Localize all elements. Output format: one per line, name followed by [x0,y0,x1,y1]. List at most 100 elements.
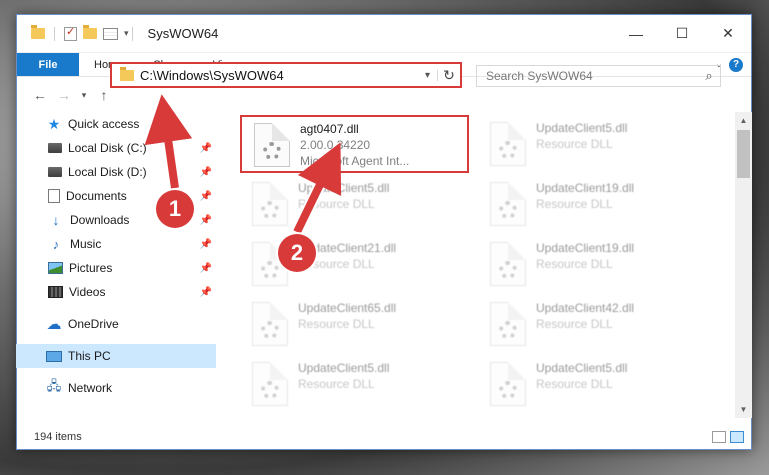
file-description: Resource DLL [536,377,613,391]
file-tile[interactable]: UpdateClient5.dll Resource DLL [240,176,470,236]
star-icon: ★ [47,115,61,132]
file-name: UpdateClient5.dll [298,181,390,195]
file-tile[interactable]: UpdateClient21.dll Resource DLL [240,236,470,296]
sidebar-item-label: This PC [68,349,111,363]
network-icon: 🖧 [46,378,62,393]
file-description: Resource DLL [536,257,613,271]
pin-icon[interactable]: 📌 [200,167,212,178]
scroll-up-icon[interactable]: ▲ [735,112,752,129]
sidebar-item-quick-access[interactable]: ★ Quick access [16,112,216,136]
file-name: UpdateClient5.dll [536,361,628,375]
folder-icon [31,25,45,39]
drive-icon [48,167,62,177]
file-tile[interactable]: UpdateClient65.dll Resource DLL [240,296,470,356]
tab-file[interactable]: File [17,53,79,76]
file-version: 2.00.0.34220 [300,138,371,152]
file-description: Microsoft Agent Int... [300,154,410,168]
search-input[interactable]: Search SysWOW64 [486,69,698,83]
drive-icon [48,143,62,153]
refresh-icon[interactable]: ↻ [438,67,460,84]
sidebar-item-label: Local Disk (C:) [68,141,147,155]
status-bar: 194 items [16,424,752,450]
title-bar: ▾ SysWOW64 — ☐ ✕ [17,15,751,53]
file-name: UpdateClient5.dll [536,121,628,135]
search-icon[interactable]: ⌕ [698,68,720,84]
navigation-pane: ★ Quick access Local Disk (C:) 📌 Local D… [16,112,216,418]
pin-icon[interactable]: 📌 [200,287,212,298]
file-tile[interactable]: UpdateClient5.dll Resource DLL [478,116,708,176]
pin-icon[interactable]: 📌 [200,143,212,154]
close-button[interactable]: ✕ [705,15,751,52]
sidebar-item-local-disk-d[interactable]: Local Disk (D:) 📌 [16,160,216,184]
file-name: UpdateClient5.dll [298,361,390,375]
new-folder-icon[interactable] [83,25,97,39]
sidebar-item-label: Network [68,381,113,395]
file-tile[interactable]: UpdateClient19.dll Resource DLL [478,176,708,236]
pin-icon[interactable]: 📌 [200,191,212,202]
file-description: Resource DLL [298,197,375,211]
file-description: Resource DLL [298,377,375,391]
sidebar-item-videos[interactable]: Videos 📌 [16,280,216,304]
minimize-button[interactable]: — [613,15,659,52]
file-description: Resource DLL [536,137,613,151]
scroll-down-icon[interactable]: ▼ [735,401,752,418]
properties-icon[interactable] [103,27,118,40]
sidebar-item-label: OneDrive [68,317,119,331]
videos-icon [48,286,63,298]
up-button[interactable]: ↑ [95,87,113,103]
help-icon[interactable]: ? [729,57,743,72]
sidebar-item-label: Downloads [70,213,130,227]
documents-icon [48,189,60,203]
dll-file-icon [490,122,526,166]
file-tile[interactable]: UpdateClient5.dll Resource DLL [240,356,470,416]
search-box[interactable]: Search SysWOW64 ⌕ [476,65,721,87]
vertical-scrollbar[interactable]: ▲ ▼ [735,112,752,418]
maximize-button[interactable]: ☐ [659,15,705,52]
sidebar-item-label: Music [70,237,102,251]
step-badge-1: 1 [156,190,194,228]
pin-icon[interactable]: 📌 [200,263,212,274]
pin-icon[interactable]: 📌 [200,239,212,250]
dll-file-icon [252,182,288,226]
sidebar-item-onedrive[interactable]: ☁ OneDrive [16,312,216,336]
sidebar-item-label: Local Disk (D:) [68,165,147,179]
sidebar-item-label: Pictures [69,261,113,275]
file-tile[interactable]: UpdateClient42.dll Resource DLL [478,296,708,356]
computer-icon [46,350,62,362]
file-name: agt0407.dll [300,122,359,136]
dll-file-icon [490,362,526,406]
sidebar-item-label: Videos [69,285,106,299]
file-tile[interactable]: agt0407.dll 2.00.0.34220 Microsoft Agent… [240,115,469,173]
address-bar[interactable]: C:\Windows\SysWOW64 ▾ ↻ [110,62,462,88]
file-description: Resource DLL [536,197,613,211]
file-name: UpdateClient42.dll [536,301,635,315]
quick-access-toolbar: ▾ [31,25,129,41]
sidebar-item-pictures[interactable]: Pictures 📌 [16,256,216,280]
pictures-icon [48,262,63,274]
file-tile[interactable]: UpdateClient5.dll Resource DLL [478,356,708,416]
sidebar-item-this-pc[interactable]: This PC [16,344,216,368]
back-button[interactable]: ← [31,87,49,103]
file-name: UpdateClient19.dll [536,181,635,195]
pin-icon[interactable]: 📌 [200,215,212,226]
tiles-view-icon[interactable] [730,431,744,443]
scrollbar-thumb[interactable] [737,130,750,178]
file-tile[interactable]: UpdateClient19.dll Resource DLL [478,236,708,296]
details-view-icon[interactable] [712,431,726,443]
step-badge-2: 2 [278,234,316,272]
sidebar-item-music[interactable]: ♪ Music 📌 [16,232,216,256]
sidebar-item-label: Documents [66,189,127,203]
cloud-icon: ☁ [46,316,62,333]
address-path[interactable]: C:\Windows\SysWOW64 [140,68,418,83]
sidebar-item-network[interactable]: 🖧 Network [16,376,216,400]
file-name: UpdateClient19.dll [536,241,635,255]
forward-button[interactable]: → [55,87,73,103]
file-description: Resource DLL [298,317,375,331]
sidebar-item-local-disk-c[interactable]: Local Disk (C:) 📌 [16,136,216,160]
chevron-down-icon[interactable]: ▾ [124,28,129,39]
sidebar-item-label: Quick access [68,117,140,131]
recent-locations-icon[interactable]: ▾ [79,90,89,101]
address-dropdown-icon[interactable]: ▾ [418,69,438,81]
music-icon: ♪ [52,236,60,252]
properties-check-icon[interactable] [64,25,77,41]
